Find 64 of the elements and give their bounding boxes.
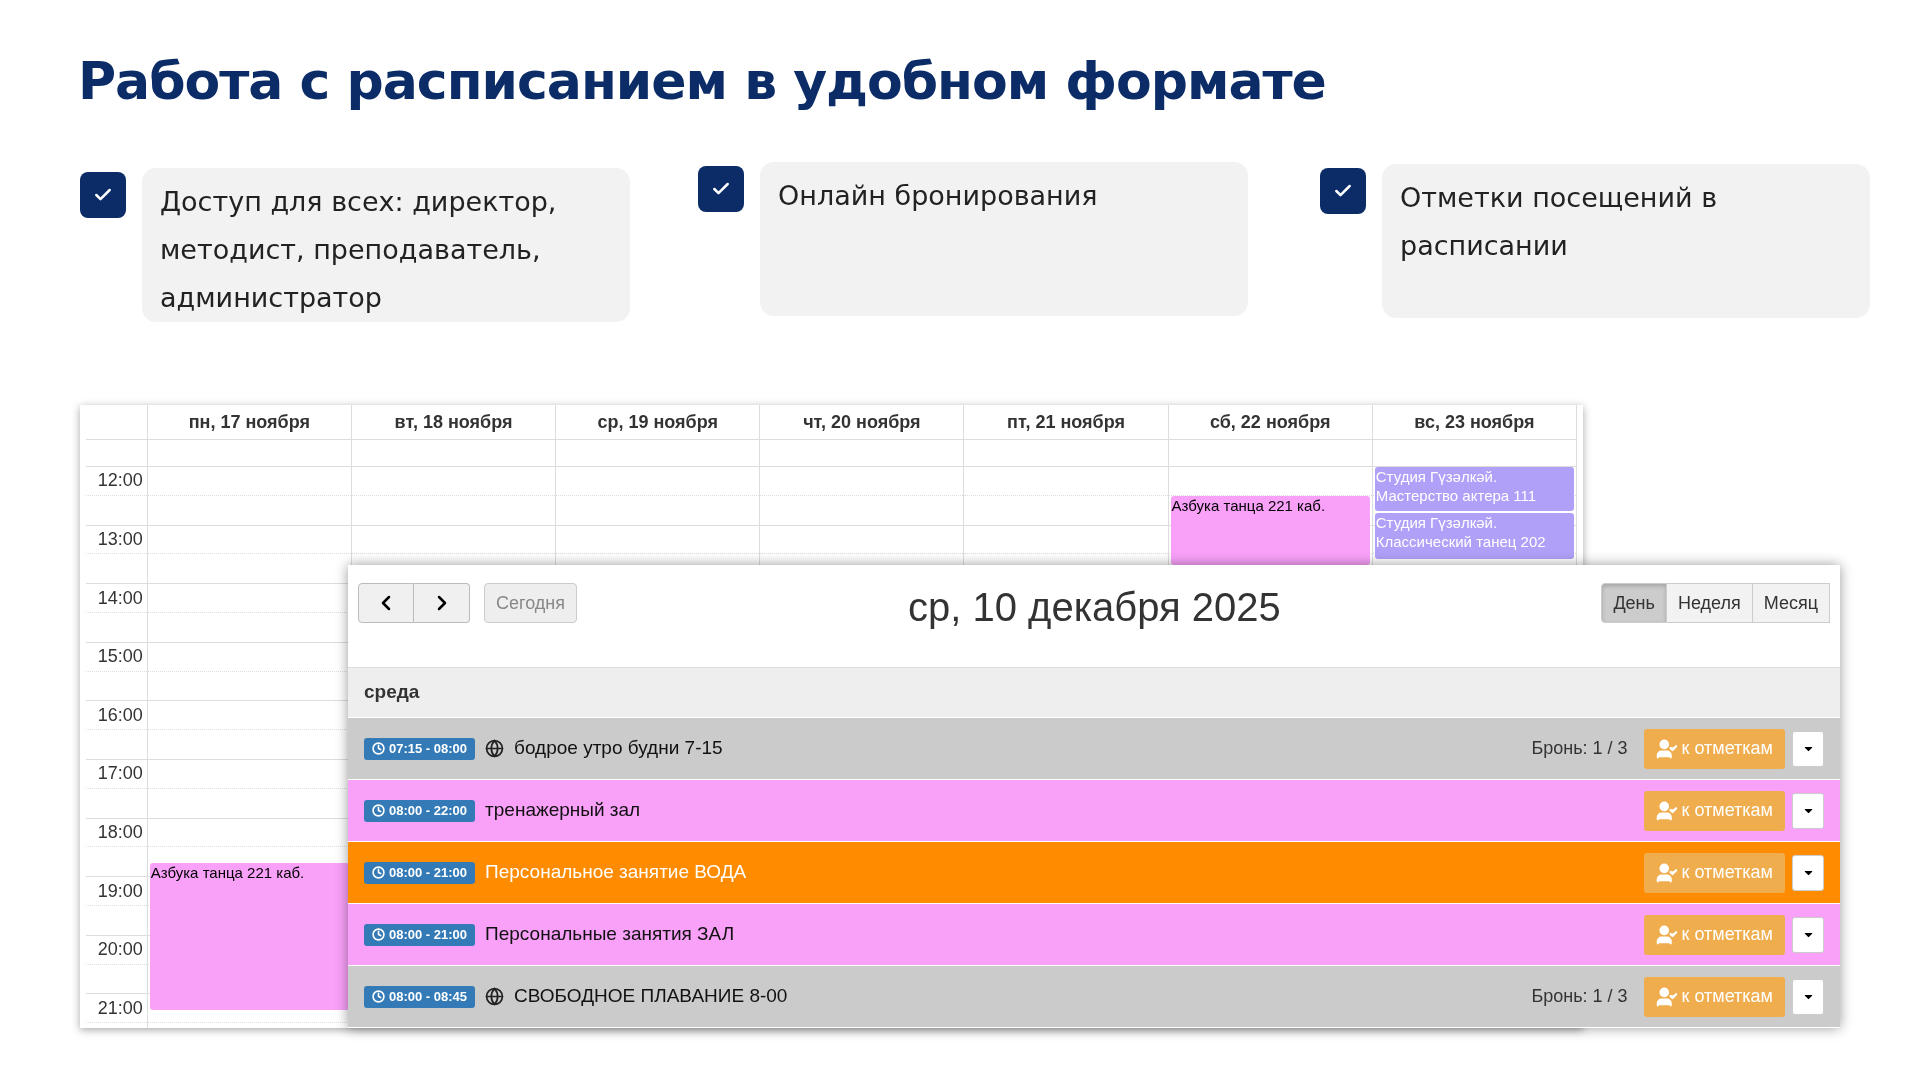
time-label: 16:00	[97, 703, 143, 727]
day-header: вс, 23 ноября	[1372, 405, 1577, 439]
activity-name: бодрое утро будни 7-15	[514, 736, 723, 761]
time-badge: 08:00 - 21:00	[364, 861, 476, 884]
next-button[interactable]	[414, 583, 470, 623]
dropdown-button[interactable]	[1792, 854, 1824, 891]
dropdown-button[interactable]	[1792, 978, 1824, 1015]
dropdown-button[interactable]	[1792, 730, 1824, 767]
time-label: 18:00	[97, 820, 143, 844]
feature-card: Доступ для всех: директор, методист, преподаватель, администратор	[142, 168, 630, 322]
time-label: 19:00	[97, 879, 143, 903]
clock-icon	[372, 928, 385, 941]
activity-name: Персональные занятия ЗАЛ	[485, 922, 735, 947]
view-tab[interactable]: Месяц	[1752, 583, 1830, 623]
time-label: 12:00	[97, 469, 143, 493]
dropdown-button[interactable]	[1792, 916, 1824, 953]
clock-icon	[372, 742, 385, 755]
globe-icon	[485, 987, 505, 1006]
date-title: ср, 10 декабря 2025	[908, 584, 1281, 631]
feature-card: Онлайн бронирования	[760, 162, 1248, 316]
schedule-row[interactable]: 08:00 - 08:45 СВОБОДНОЕ ПЛАВАНИЕ 8-00 Бронь: 1 / 3 к отметкам	[348, 965, 1840, 1027]
time-label: 13:00	[97, 528, 143, 551]
calendar-event[interactable]: Азбука танца 221 каб.	[149, 863, 349, 1010]
time-badge: 08:00 - 22:00	[364, 799, 476, 822]
user-check-icon	[1655, 985, 1678, 1008]
schedule-row[interactable]: 08:00 - 22:00 тренажерный зал к отметкам	[348, 779, 1840, 841]
activity-name: Персональное занятие ВОДА	[485, 860, 747, 885]
time-label: 20:00	[97, 938, 143, 962]
globe-icon	[485, 739, 505, 758]
activity-name: СВОБОДНОЕ ПЛАВАНИЕ 8-00	[514, 984, 788, 1009]
user-check-icon	[1655, 799, 1678, 822]
schedule-row[interactable]: 08:00 - 21:00 Персональные занятия ЗАЛ к отметкам	[348, 903, 1840, 965]
day-heading: среда	[364, 680, 420, 705]
user-check-icon	[1655, 737, 1678, 760]
clock-icon	[372, 804, 385, 817]
schedule-row[interactable]: 08:00 - 21:00 Персональное занятие ВОДА к отметкам	[348, 841, 1840, 903]
time-label: 14:00	[97, 586, 143, 610]
schedule-row[interactable]: 07:15 - 08:00 бодрое утро будни 7-15 Бронь: 1 / 3 к отметкам	[348, 717, 1840, 779]
user-check-icon	[1655, 861, 1678, 884]
time-badge: 08:00 - 08:45	[364, 985, 476, 1008]
day-header: вт, 18 ноября	[351, 405, 557, 439]
day-header: чт, 20 ноября	[760, 405, 965, 439]
day-header: пн, 17 ноября	[147, 405, 352, 439]
booking-count: Бронь: 1 / 3	[1531, 985, 1628, 1008]
booking-count: Бронь: 1 / 3	[1531, 737, 1628, 760]
calendar-event[interactable]: Азбука танца 221 каб.	[1170, 496, 1370, 565]
page-title: Работа с расписанием в удобном формате	[78, 50, 1326, 113]
day-header: пт, 21 ноября	[964, 405, 1169, 439]
previous-button[interactable]	[358, 583, 414, 623]
time-label: 15:00	[97, 645, 143, 669]
clock-icon	[372, 990, 385, 1003]
view-tab[interactable]: День	[1601, 583, 1667, 623]
dropdown-button[interactable]	[1792, 792, 1824, 829]
feature-card: Отметки посещений в расписании	[1382, 164, 1870, 318]
clock-icon	[372, 866, 385, 879]
day-header: сб, 22 ноября	[1168, 405, 1373, 439]
user-check-icon	[1655, 923, 1678, 946]
time-label: 21:00	[97, 996, 143, 1020]
time-badge: 07:15 - 08:00	[364, 737, 476, 760]
view-tab[interactable]: Неделя	[1666, 583, 1753, 623]
time-label: 17:00	[97, 762, 143, 786]
day-header: ср, 19 ноября	[556, 405, 761, 439]
time-badge: 08:00 - 21:00	[364, 923, 476, 946]
activity-name: тренажерный зал	[485, 798, 641, 823]
